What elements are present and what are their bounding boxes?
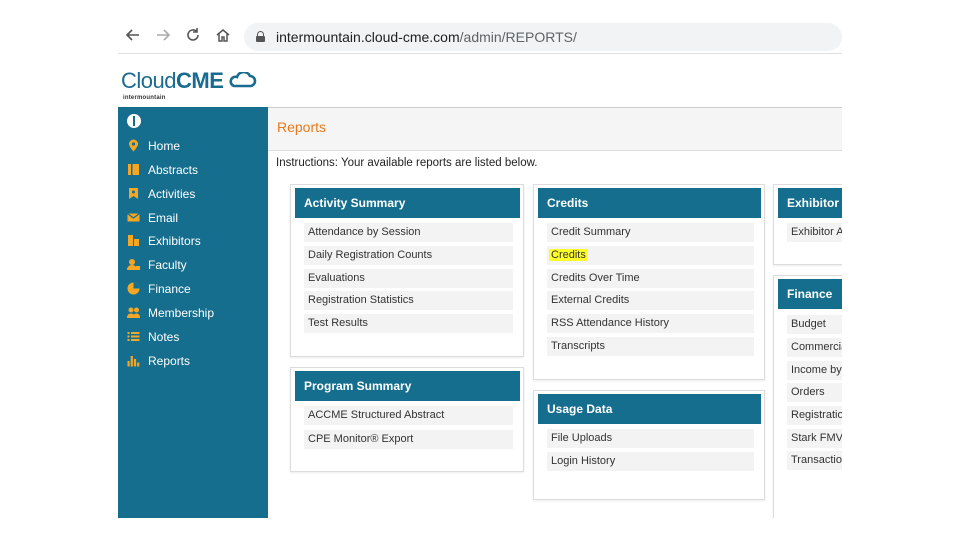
divider	[118, 53, 842, 54]
sidebar-item-faculty[interactable]: Faculty	[118, 254, 268, 276]
panel-title: Finance	[787, 287, 833, 301]
user-icon	[127, 258, 140, 271]
lock-icon	[256, 31, 265, 42]
report-link-cpe-monitor-export[interactable]: CPE Monitor® Export	[304, 430, 513, 449]
sidebar-item-label: Membership	[148, 306, 215, 320]
report-link-external-credits[interactable]: External Credits	[547, 291, 754, 310]
report-link-daily-registration-counts[interactable]: Daily Registration Counts	[304, 246, 513, 265]
url-text: intermountain.cloud-cme.com/admin/REPORT…	[276, 29, 577, 45]
list-icon	[127, 330, 140, 343]
back-arrow-icon[interactable]	[124, 27, 142, 45]
report-link-evaluations[interactable]: Evaluations	[304, 269, 513, 288]
sidebar-item-reports[interactable]: Reports	[118, 350, 268, 372]
report-link-stark-fmv[interactable]: Stark FMV	[787, 429, 842, 448]
page-title: Reports	[277, 119, 327, 135]
panel-header: Credits	[538, 188, 761, 218]
report-link-registration-statistics[interactable]: Registration Statistics	[304, 291, 513, 310]
forward-arrow-icon[interactable]	[154, 27, 172, 45]
sidebar-item-label: Faculty	[148, 258, 187, 272]
main-content: Reports Instructions: Your available rep…	[268, 107, 842, 518]
report-link-accme-structured-abstract[interactable]: ACCME Structured Abstract	[304, 406, 513, 425]
report-link-budget[interactable]: Budget	[787, 315, 842, 334]
report-link-test-results[interactable]: Test Results	[304, 314, 513, 333]
panel-title: Usage Data	[547, 402, 613, 416]
blocks-icon	[127, 234, 140, 247]
report-link-credits[interactable]: Credits	[547, 246, 754, 265]
report-link-transcripts[interactable]: Transcripts	[547, 337, 754, 356]
sidebar-item-label: Home	[148, 139, 181, 153]
exhibitor-panel: Exhibitor Exhibitor A	[773, 184, 842, 265]
instructions-text: Instructions: Your available reports are…	[276, 157, 538, 169]
sidebar-item-email[interactable]: Email	[118, 207, 268, 229]
panel-title: Program Summary	[304, 379, 412, 393]
sidebar-toggle-icon[interactable]	[127, 114, 141, 128]
finance-panel: Finance Budget Commercia Income by Order…	[773, 275, 842, 518]
report-link-login-history[interactable]: Login History	[547, 452, 754, 471]
program-summary-panel: Program Summary ACCME Structured Abstrac…	[290, 367, 524, 472]
credits-panel: Credits Credit Summary Credits Credits O…	[533, 184, 765, 380]
panel-header: Usage Data	[538, 394, 761, 424]
pie-chart-icon	[127, 282, 140, 295]
panel-header: Activity Summary	[295, 188, 520, 218]
sidebar-item-notes[interactable]: Notes	[118, 326, 268, 348]
reload-icon[interactable]	[184, 27, 202, 45]
cloud-icon	[229, 72, 257, 88]
bar-chart-icon	[127, 354, 140, 367]
cloudcme-logo[interactable]: CloudCME intermountain	[121, 68, 257, 101]
sidebar-item-label: Abstracts	[148, 163, 199, 177]
report-link-attendance-by-session[interactable]: Attendance by Session	[304, 223, 513, 242]
report-link-registration[interactable]: Registratio	[787, 406, 842, 425]
report-link-orders[interactable]: Orders	[787, 383, 842, 402]
sidebar-item-label: Reports	[148, 354, 191, 368]
bookmark-icon	[127, 187, 140, 200]
report-link-transaction[interactable]: Transaction	[787, 451, 842, 470]
browser-toolbar: intermountain.cloud-cme.com/admin/REPORT…	[118, 20, 842, 52]
report-link-file-uploads[interactable]: File Uploads	[547, 429, 754, 448]
panel-header: Finance	[778, 279, 842, 309]
report-link-credit-summary[interactable]: Credit Summary	[547, 223, 754, 242]
sidebar-item-abstracts[interactable]: Abstracts	[118, 159, 268, 181]
report-link-income-by[interactable]: Income by	[787, 361, 842, 380]
panel-header: Exhibitor	[778, 188, 842, 218]
panel-title: Exhibitor	[787, 196, 840, 210]
envelope-icon	[127, 211, 140, 224]
report-link-credits-over-time[interactable]: Credits Over Time	[547, 269, 754, 288]
activity-summary-panel: Activity Summary Attendance by Session D…	[290, 184, 524, 357]
map-pin-icon	[127, 139, 140, 152]
users-icon	[127, 306, 140, 319]
report-link-commercial[interactable]: Commercia	[787, 338, 842, 357]
sidebar-item-label: Finance	[148, 282, 191, 296]
sidebar: Home Abstracts Activities Email Exhibito…	[118, 107, 268, 518]
panel-title: Activity Summary	[304, 196, 406, 210]
panel-title: Credits	[547, 196, 589, 210]
page-header: Reports	[268, 107, 842, 151]
report-link-exhibitor[interactable]: Exhibitor A	[787, 223, 842, 242]
report-link-rss-attendance-history[interactable]: RSS Attendance History	[547, 314, 754, 333]
sidebar-item-exhibitors[interactable]: Exhibitors	[118, 230, 268, 252]
panel-header: Program Summary	[295, 371, 520, 401]
sidebar-item-label: Activities	[148, 187, 196, 201]
book-icon	[127, 163, 140, 176]
home-icon[interactable]	[214, 27, 232, 45]
logo-subtitle: intermountain	[123, 95, 166, 101]
highlighted-text: Credits	[549, 249, 588, 261]
sidebar-item-label: Exhibitors	[148, 234, 201, 248]
sidebar-item-finance[interactable]: Finance	[118, 278, 268, 300]
sidebar-item-activities[interactable]: Activities	[118, 183, 268, 205]
address-bar[interactable]: intermountain.cloud-cme.com/admin/REPORT…	[244, 23, 842, 51]
sidebar-item-membership[interactable]: Membership	[118, 302, 268, 324]
sidebar-item-label: Notes	[148, 330, 180, 344]
sidebar-item-home[interactable]: Home	[118, 135, 268, 157]
sidebar-item-label: Email	[148, 211, 179, 225]
usage-data-panel: Usage Data File Uploads Login History	[533, 390, 765, 500]
